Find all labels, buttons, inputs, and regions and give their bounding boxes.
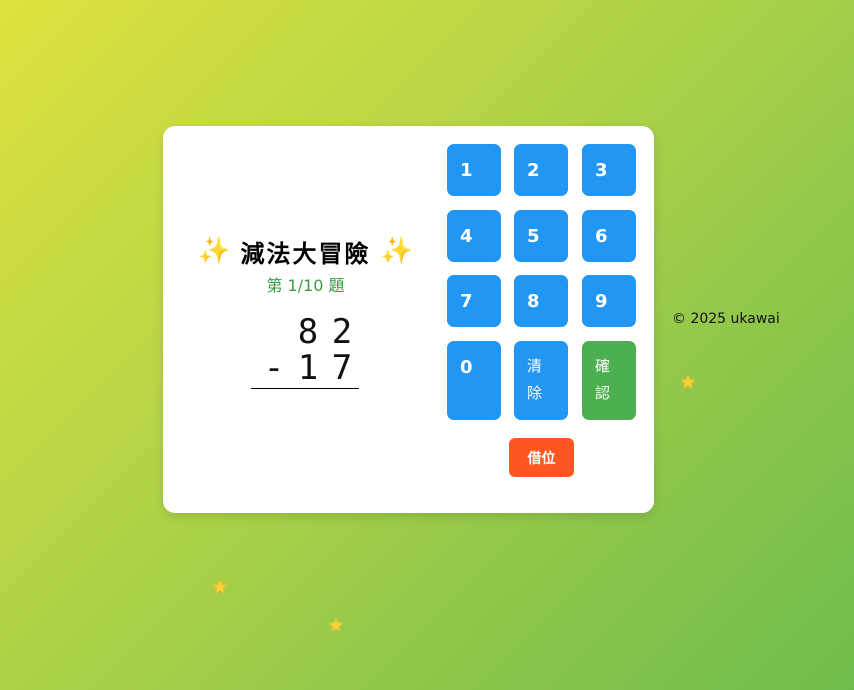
title-row: ✨ 減法大冒險 ✨: [183, 231, 428, 271]
star-icon: [328, 617, 344, 632]
minuend-tens-digit: 8: [297, 312, 319, 352]
minuend-ones-digit: 2: [331, 312, 353, 352]
game-card: ✨ 減法大冒險 ✨ 第 1/10 題 8 2 - 1 7 1 2 3 4 5 6…: [163, 126, 654, 513]
subtrahend: - 1 7: [251, 350, 359, 386]
answer-line: [251, 388, 359, 389]
star-icon: [680, 374, 696, 389]
copyright-text: © 2025 ukawai: [672, 311, 780, 327]
clear-label-char-1: 清: [527, 357, 543, 375]
key-6-button[interactable]: 6: [582, 210, 636, 262]
key-9-button[interactable]: 9: [582, 275, 636, 327]
clear-label-char-2: 除: [527, 384, 543, 402]
key-5-button[interactable]: 5: [514, 210, 568, 262]
game-title: 減法大冒險: [240, 238, 371, 268]
sparkle-icon: ✨: [198, 236, 231, 266]
confirm-label-char-2: 認: [595, 384, 611, 402]
subtrahend-ones-digit: 7: [331, 348, 353, 388]
minus-operator: -: [263, 348, 285, 388]
question-progress: 第 1/10 題: [266, 276, 345, 295]
subtrahend-tens-digit: 1: [297, 348, 319, 388]
borrow-button[interactable]: 借位: [509, 438, 574, 477]
subtraction-problem: 8 2 - 1 7: [251, 314, 359, 389]
key-4-button[interactable]: 4: [447, 210, 501, 262]
confirm-button-label: 確 認: [595, 353, 613, 407]
minuend: 8 2: [251, 314, 359, 350]
star-icon: [212, 579, 228, 594]
confirm-label-char-1: 確: [595, 357, 611, 375]
key-8-button[interactable]: 8: [514, 275, 568, 327]
key-7-button[interactable]: 7: [447, 275, 501, 327]
key-2-button[interactable]: 2: [514, 144, 568, 196]
clear-button[interactable]: 清 除: [514, 341, 568, 420]
clear-button-label: 清 除: [527, 353, 545, 407]
key-3-button[interactable]: 3: [582, 144, 636, 196]
key-1-button[interactable]: 1: [447, 144, 501, 196]
confirm-button[interactable]: 確 認: [582, 341, 636, 420]
sparkle-icon: ✨: [380, 236, 413, 266]
key-0-button[interactable]: 0: [447, 341, 501, 420]
